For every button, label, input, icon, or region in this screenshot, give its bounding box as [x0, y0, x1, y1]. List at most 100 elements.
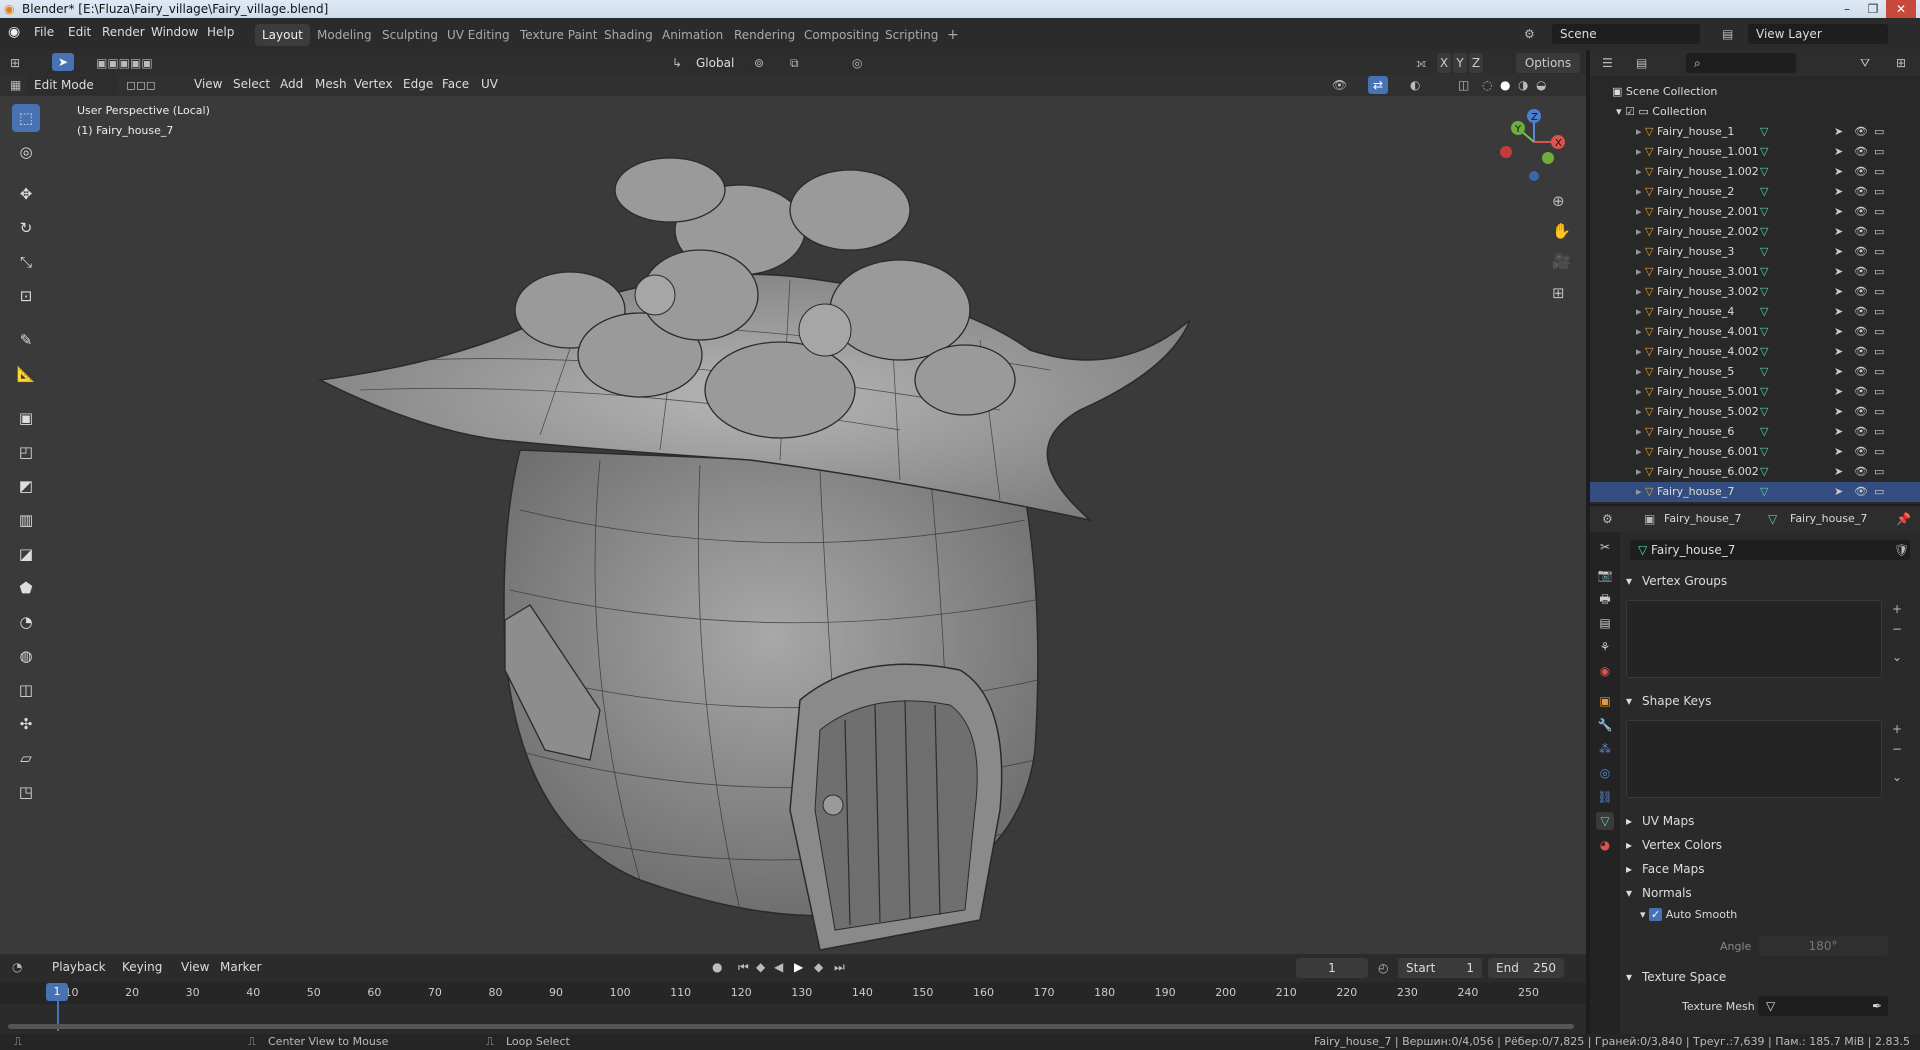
selectable-icon[interactable]: ➤: [1834, 422, 1843, 442]
start-frame-field[interactable]: Start 1: [1398, 958, 1482, 978]
output-tab-icon[interactable]: 🖶: [1596, 590, 1614, 608]
render-camera-icon[interactable]: ▭: [1874, 182, 1884, 202]
editor-type-icon[interactable]: ⊞: [10, 54, 20, 72]
menu-edge[interactable]: Edge: [403, 77, 433, 91]
outliner-item[interactable]: ▸ ▽ Fairy_house_6.001 ▽ ➤ 👁 ▭: [1590, 442, 1920, 462]
menu-mesh[interactable]: Mesh: [315, 77, 347, 91]
angle-field[interactable]: 180°: [1758, 936, 1888, 956]
axis-y-toggle[interactable]: Y: [1453, 53, 1467, 73]
mode-dropdown[interactable]: Edit Mode: [26, 75, 118, 95]
visibility-eye-icon[interactable]: 👁: [1854, 202, 1868, 222]
shape-keys-list[interactable]: [1626, 720, 1882, 798]
tab-shading[interactable]: Shading: [597, 24, 660, 46]
visibility-eye-icon[interactable]: 👁: [1854, 482, 1868, 502]
timeline-scrollbar[interactable]: [8, 1024, 1574, 1029]
menu-help[interactable]: Help: [207, 25, 234, 39]
xray-icon[interactable]: ◫: [1458, 76, 1469, 94]
expand-icon[interactable]: ▸: [1636, 185, 1645, 198]
outliner-item[interactable]: ▸ ▽ Fairy_house_6 ▽ ➤ 👁 ▭: [1590, 422, 1920, 442]
expand-icon[interactable]: ▸: [1636, 205, 1645, 218]
outliner-item[interactable]: ▸ ▽ Fairy_house_3.002 ▽ ➤ 👁 ▭: [1590, 282, 1920, 302]
outliner-item[interactable]: ▸ ▽ Fairy_house_2.001 ▽ ➤ 👁 ▭: [1590, 202, 1920, 222]
outliner-item[interactable]: ▸ ▽ Fairy_house_5.002 ▽ ➤ 👁 ▭: [1590, 402, 1920, 422]
menu-playback[interactable]: Playback: [52, 960, 106, 974]
extrude-tool-icon[interactable]: ▣: [12, 404, 40, 432]
selectable-icon[interactable]: ➤: [1834, 322, 1843, 342]
camera-view-icon[interactable]: 🎥: [1552, 252, 1571, 270]
select-box-tool-icon[interactable]: ⬚: [12, 104, 40, 132]
render-camera-icon[interactable]: ▭: [1874, 402, 1884, 422]
axis-z-toggle[interactable]: Z: [1469, 53, 1483, 73]
menu-keying[interactable]: Keying: [122, 960, 162, 974]
outliner-item[interactable]: ▸ ▽ Fairy_house_1.002 ▽ ➤ 👁 ▭: [1590, 162, 1920, 182]
loop-cut-tool-icon[interactable]: ▥: [12, 506, 40, 534]
modifier-tab-icon[interactable]: 🔧: [1596, 716, 1614, 734]
selectable-icon[interactable]: ➤: [1834, 202, 1843, 222]
expand-icon[interactable]: ▸: [1636, 445, 1645, 458]
edge-slide-tool-icon[interactable]: ◫: [12, 676, 40, 704]
expand-icon[interactable]: ▸: [1636, 225, 1645, 238]
jump-end-icon[interactable]: ⏭: [834, 958, 845, 976]
add-vertex-group-icon[interactable]: +: [1892, 600, 1902, 618]
selectable-icon[interactable]: ➤: [1834, 242, 1843, 262]
tab-scripting[interactable]: Scripting: [878, 24, 945, 46]
selectable-icon[interactable]: ➤: [1834, 482, 1843, 502]
menu-view[interactable]: View: [181, 960, 209, 974]
playhead-marker[interactable]: 1: [46, 983, 68, 1001]
section-normals[interactable]: ▾ Normals: [1620, 882, 1920, 904]
visibility-eye-icon[interactable]: 👁: [1854, 382, 1868, 402]
selectable-icon[interactable]: ➤: [1834, 282, 1843, 302]
section-uv-maps[interactable]: ▸ UV Maps: [1620, 810, 1920, 832]
end-frame-field[interactable]: End 250: [1488, 958, 1564, 978]
expand-icon[interactable]: ▸: [1636, 305, 1645, 318]
menu-marker[interactable]: Marker: [220, 960, 261, 974]
tab-animation[interactable]: Animation: [655, 24, 730, 46]
filter-icon[interactable]: ⛛: [1860, 54, 1870, 72]
visibility-eye-icon[interactable]: 👁: [1854, 422, 1868, 442]
selectable-icon[interactable]: ➤: [1834, 362, 1843, 382]
texture-mesh-field[interactable]: ▽ ✒: [1758, 996, 1888, 1016]
expand-icon[interactable]: ▸: [1636, 345, 1645, 358]
shear-tool-icon[interactable]: ▱: [12, 744, 40, 772]
section-shape-keys[interactable]: ▾ Shape Keys: [1620, 690, 1920, 712]
knife-tool-icon[interactable]: ◪: [12, 540, 40, 568]
expand-icon[interactable]: ▸: [1636, 145, 1645, 158]
visibility-eye-icon[interactable]: 👁: [1854, 222, 1868, 242]
selectable-icon[interactable]: ➤: [1834, 402, 1843, 422]
rip-tool-icon[interactable]: ◳: [12, 778, 40, 806]
menu-uv[interactable]: UV: [481, 77, 498, 91]
outliner-item[interactable]: ▸ ▽ Fairy_house_7 ▽ ➤ 👁 ▭: [1590, 482, 1920, 502]
selectable-icon[interactable]: ➤: [1834, 162, 1843, 182]
selectable-icon[interactable]: ➤: [1834, 222, 1843, 242]
wireframe-shading-icon[interactable]: ◌: [1482, 76, 1492, 94]
visibility-eye-icon[interactable]: 👁: [1854, 402, 1868, 422]
selectable-icon[interactable]: ➤: [1834, 142, 1843, 162]
vertex-edge-face-icons[interactable]: ◻◻◻: [126, 76, 156, 94]
outliner-item[interactable]: ▸ ▽ Fairy_house_2 ▽ ➤ 👁 ▭: [1590, 182, 1920, 202]
add-shape-key-icon[interactable]: +: [1892, 720, 1902, 738]
tab-modeling[interactable]: Modeling: [310, 24, 379, 46]
menu-view[interactable]: View: [194, 77, 222, 91]
visibility-eye-icon[interactable]: 👁: [1854, 142, 1868, 162]
render-camera-icon[interactable]: ▭: [1874, 282, 1884, 302]
visibility-eye-icon[interactable]: 👁: [1854, 162, 1868, 182]
material-tab-icon[interactable]: ◕: [1596, 836, 1614, 854]
measure-tool-icon[interactable]: 📐: [12, 360, 40, 388]
preview-range-icon[interactable]: ◴: [1378, 959, 1388, 977]
shrink-fatten-tool-icon[interactable]: ✣: [12, 710, 40, 738]
select-mode-icons[interactable]: ▣▣▣▣▣: [96, 54, 153, 72]
selectable-icon[interactable]: ➤: [1834, 342, 1843, 362]
outliner-item[interactable]: ▸ ▽ Fairy_house_5 ▽ ➤ 👁 ▭: [1590, 362, 1920, 382]
tab-rendering[interactable]: Rendering: [727, 24, 802, 46]
outliner-item[interactable]: ▸ ▽ Fairy_house_2.002 ▽ ➤ 👁 ▭: [1590, 222, 1920, 242]
scene-icon[interactable]: ⚙: [1524, 25, 1535, 43]
render-camera-icon[interactable]: ▭: [1874, 482, 1884, 502]
pivot-icon[interactable]: ⊚: [754, 54, 764, 72]
world-tab-icon[interactable]: ◉: [1596, 662, 1614, 680]
bevel-tool-icon[interactable]: ◩: [12, 472, 40, 500]
render-camera-icon[interactable]: ▭: [1874, 202, 1884, 222]
vertex-groups-list[interactable]: [1626, 600, 1882, 678]
tab-sculpting[interactable]: Sculpting: [375, 24, 445, 46]
menu-select[interactable]: Select: [233, 77, 270, 91]
select-tool-icon[interactable]: ➤: [52, 53, 74, 71]
